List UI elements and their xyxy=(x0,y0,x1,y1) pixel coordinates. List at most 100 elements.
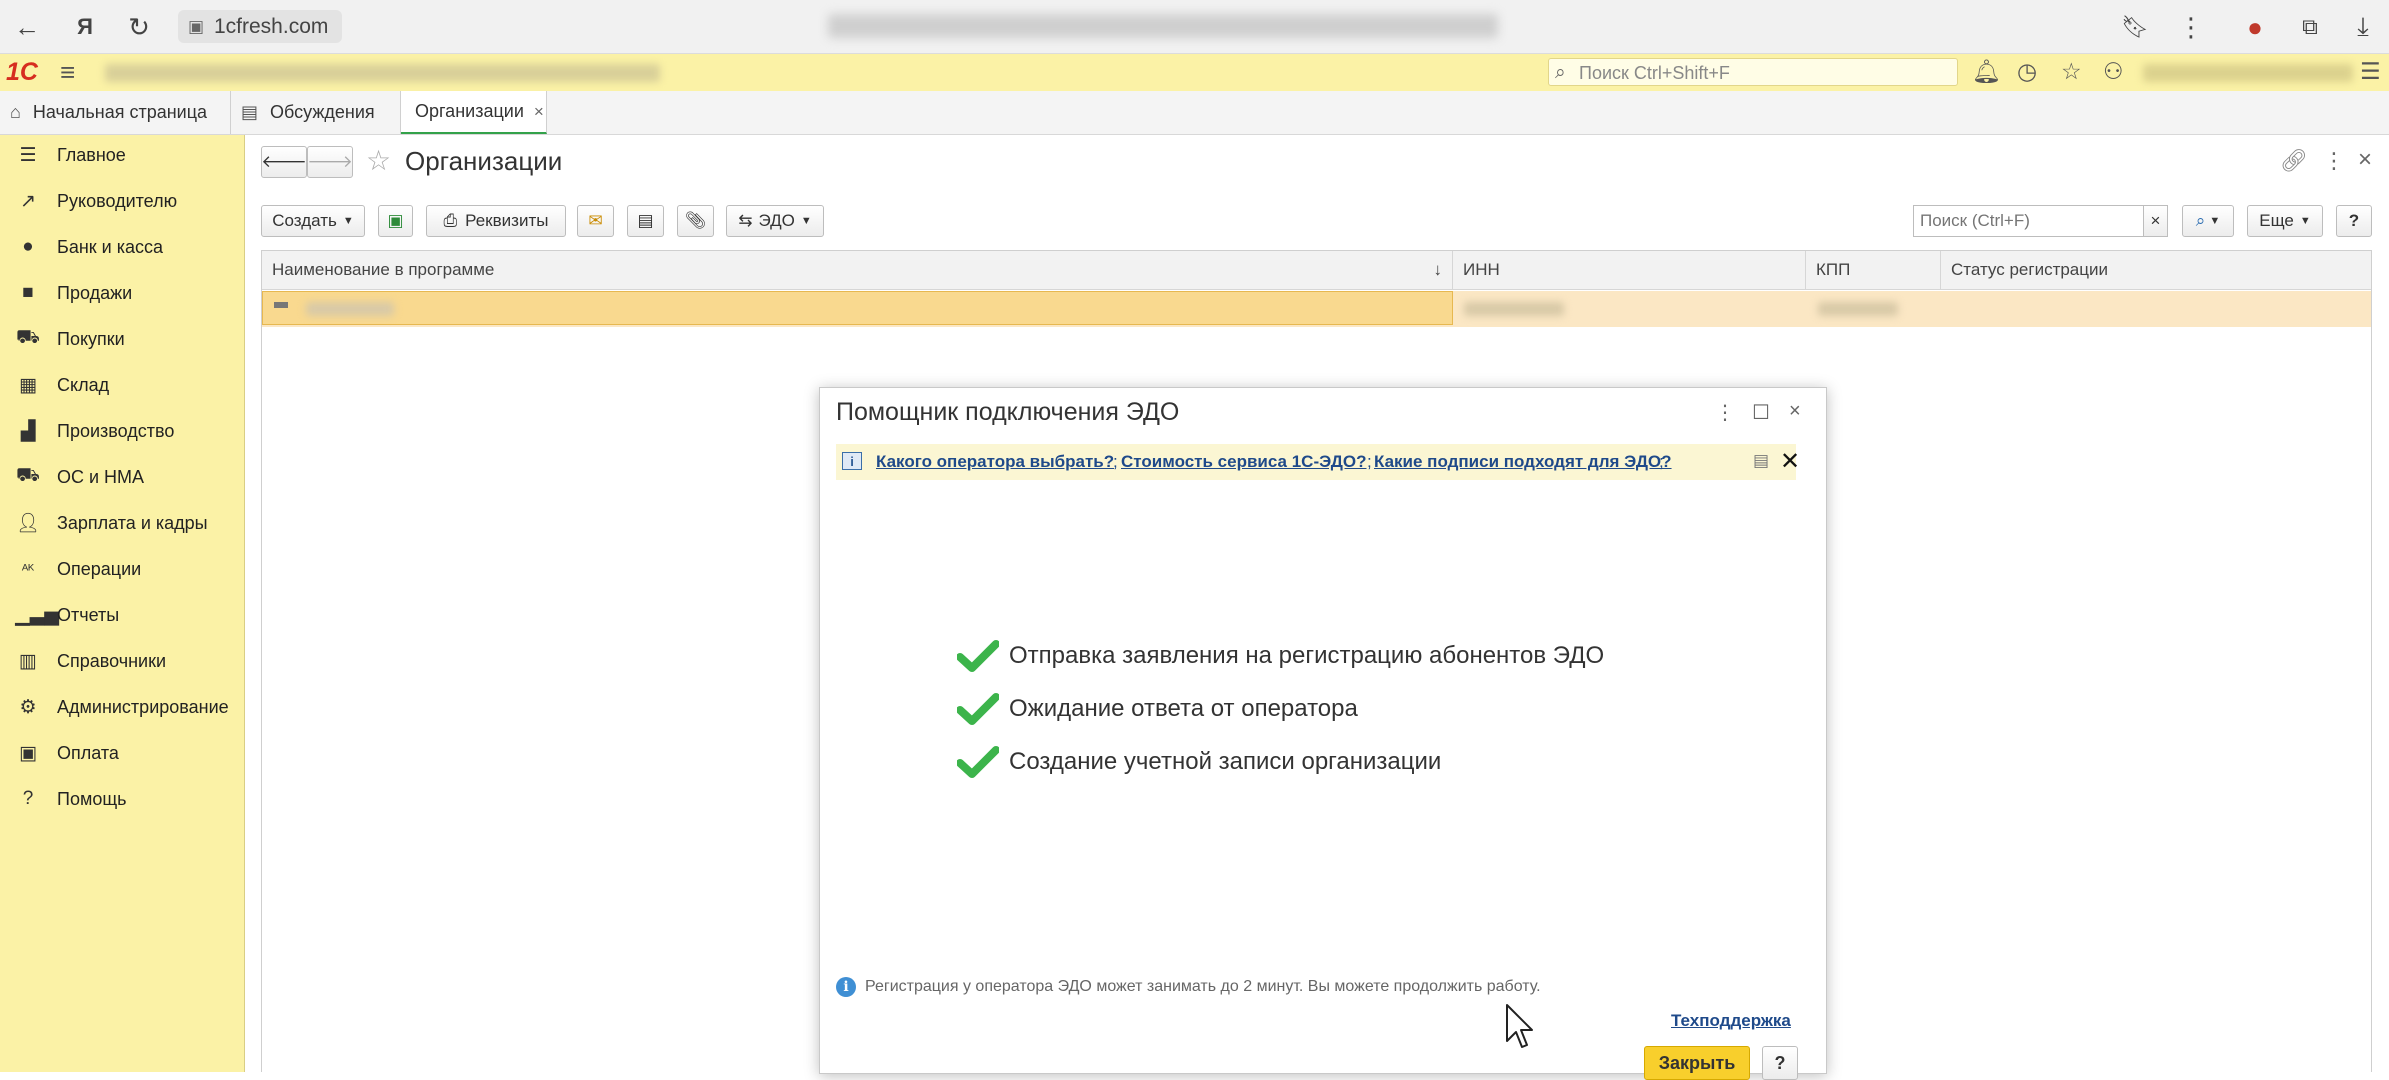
column-header-inn[interactable]: ИНН xyxy=(1453,251,1806,289)
settings-menu-icon[interactable]: ☰ xyxy=(2360,58,2381,85)
document-add-icon: ▣ xyxy=(387,211,404,230)
list-icon: ▤ xyxy=(637,211,654,230)
back-button[interactable]: 🡐 xyxy=(261,146,307,178)
list-search-input[interactable] xyxy=(1913,205,2144,237)
sidebar-item-catalogs[interactable]: ▥ Справочники xyxy=(0,641,244,681)
sidebar-item-payment[interactable]: ▣ Оплата xyxy=(0,733,244,773)
form-help-button[interactable]: ? xyxy=(2336,205,2372,237)
browser-menu-icon[interactable]: ⋮ xyxy=(2174,10,2208,44)
mouse-cursor-icon xyxy=(1506,1004,1533,1048)
more-button[interactable]: Еще ▼ xyxy=(2247,205,2323,237)
support-link[interactable]: Техподдержка xyxy=(1671,1011,1791,1031)
email-button[interactable]: ✉ xyxy=(577,205,614,237)
sidebar-item-admin[interactable]: ⚙ Администрирование xyxy=(0,687,244,727)
registration-note: i Регистрация у оператора ЭДО может зани… xyxy=(836,977,1541,997)
close-button[interactable]: Закрыть xyxy=(1644,1046,1750,1080)
printer-icon: ⎙ xyxy=(443,211,458,230)
list-button[interactable]: ▤ xyxy=(627,205,664,237)
table-row[interactable] xyxy=(262,291,2371,327)
column-header-kpp[interactable]: КПП xyxy=(1806,251,1941,289)
question-icon: ? xyxy=(22,788,34,809)
bar-chart-icon: ▁▃▅ xyxy=(15,604,59,626)
blurred-app-name xyxy=(105,64,660,82)
paperclip-icon: 📎︎ xyxy=(684,211,707,230)
close-tab-icon[interactable]: × xyxy=(534,102,544,122)
history-icon[interactable]: ◷ xyxy=(2017,58,2037,85)
sidebar-item-director[interactable]: ↗ Руководителю xyxy=(0,181,244,221)
clear-icon: × xyxy=(2150,211,2161,230)
sidebar-item-main[interactable]: ☰ Главное xyxy=(0,135,244,175)
star-icon[interactable]: ☆ xyxy=(2061,58,2082,85)
selected-cell xyxy=(262,291,1453,325)
favorite-star-icon[interactable]: ☆ xyxy=(366,144,391,177)
sidebar-item-label: Зарплата и кадры xyxy=(57,512,208,533)
forward-button[interactable]: 🡒 xyxy=(307,146,353,178)
copy-doc-button[interactable]: ▣ xyxy=(378,205,413,237)
search-options-button[interactable]: ⌕ ▼ xyxy=(2182,205,2234,237)
payment-icon: ▣ xyxy=(19,742,37,764)
tab-label: Начальная страница xyxy=(32,102,208,122)
form-title: Организации xyxy=(405,146,563,176)
global-search-input[interactable]: ⌕ Поиск Ctrl+Shift+F xyxy=(1548,58,1958,86)
sidebar-item-sales[interactable]: ■ Продажи xyxy=(0,273,244,313)
global-search-placeholder: Поиск Ctrl+Shift+F xyxy=(1579,63,1730,83)
tab-home[interactable]: ⌂ Начальная страница xyxy=(0,91,231,134)
maximize-icon[interactable]: ☐ xyxy=(1752,400,1770,425)
close-form-icon[interactable]: × xyxy=(2358,146,2372,174)
tab-organizations[interactable]: Организации × xyxy=(401,91,547,134)
tab-discussions[interactable]: ▤ Обсуждения xyxy=(231,91,401,134)
bookmark-icon[interactable]: 🔖︎ xyxy=(2118,10,2152,44)
sidebar-item-purchases[interactable]: ⛟ Покупки xyxy=(0,319,244,359)
yandex-icon[interactable]: Я xyxy=(68,10,102,44)
dialog-menu-icon[interactable]: ⋮ xyxy=(1715,400,1735,425)
close-info-icon[interactable]: ✕ xyxy=(1780,447,1800,476)
reload-icon[interactable]: ↻ xyxy=(122,10,156,44)
dropdown-arrow-icon: ▼ xyxy=(342,215,354,227)
bag-icon: ■ xyxy=(22,282,34,303)
notes-icon[interactable]: ▤ xyxy=(1753,451,1769,471)
table-header: Наименование в программе ↓ ИНН КПП Стату… xyxy=(262,251,2371,290)
operations-icon: ᴬᴷ xyxy=(21,561,35,577)
tabs-bar: ⌂ Начальная страница ▤ Обсуждения Органи… xyxy=(0,91,2389,135)
column-label: Наименование в программе xyxy=(272,260,495,279)
download-icon[interactable]: ⤓ xyxy=(2346,10,2380,44)
sidebar-item-production[interactable]: ▟ Производство xyxy=(0,411,244,451)
close-dialog-icon[interactable]: × xyxy=(1789,400,1801,423)
form-menu-icon[interactable]: ⋮ xyxy=(2323,148,2345,174)
address-bar[interactable]: ▣ 1cfresh.com xyxy=(178,10,343,43)
column-header-status[interactable]: Статус регистрации xyxy=(1941,251,2371,289)
link-signatures[interactable]: Какие подписи подходят для ЭДО? xyxy=(1374,452,1672,472)
bell-icon[interactable]: 🔔︎ xyxy=(1972,58,2001,85)
truck-icon: ⛟ xyxy=(16,465,40,486)
sort-arrow-icon: ↓ xyxy=(1433,260,1443,279)
sidebar-item-operations[interactable]: ᴬᴷ Операции xyxy=(0,549,244,589)
attach-button[interactable]: 📎︎ xyxy=(677,205,714,237)
link-separator: ; xyxy=(1367,452,1372,471)
column-header-name[interactable]: Наименование в программе ↓ xyxy=(262,251,1453,289)
edo-button[interactable]: ⇆ ЭДО ▼ xyxy=(726,205,824,237)
ruble-coin-icon: ● xyxy=(22,236,34,257)
sidebar-item-reports[interactable]: ▁▃▅ Отчеты xyxy=(0,595,244,635)
hamburger-icon[interactable]: ≡ xyxy=(60,57,75,88)
clear-search-button[interactable]: × xyxy=(2143,205,2168,237)
sidebar-item-label: Отчеты xyxy=(57,604,120,625)
blurred-kpp xyxy=(1818,302,1898,316)
requisites-button[interactable]: ⎙ Реквизиты xyxy=(426,205,566,237)
sidebar-item-help[interactable]: ? Помощь xyxy=(0,779,244,819)
profile-icon[interactable]: ● xyxy=(2238,10,2272,44)
sidebar-item-fixed-assets[interactable]: ⛟ ОС и НМА xyxy=(0,457,244,497)
link-icon[interactable]: 🔗︎ xyxy=(2280,148,2308,174)
sidebar-item-label: Операции xyxy=(57,558,142,579)
sidebar-item-warehouse[interactable]: ▦ Склад xyxy=(0,365,244,405)
sidebar-item-bank[interactable]: ● Банк и касса xyxy=(0,227,244,267)
create-button[interactable]: Создать ▼ xyxy=(261,205,365,237)
dialog-help-button[interactable]: ? xyxy=(1762,1046,1798,1080)
link-which-operator[interactable]: Какого оператора выбрать? xyxy=(876,452,1114,472)
extensions-icon[interactable]: ⧉ xyxy=(2293,10,2327,44)
link-service-cost[interactable]: Стоимость сервиса 1С-ЭДО? xyxy=(1121,452,1367,472)
sidebar-item-label: ОС и НМА xyxy=(57,466,145,487)
back-arrow-icon[interactable]: ← xyxy=(10,10,44,44)
users-icon[interactable]: ⚇ xyxy=(2103,58,2124,85)
info-links-bar: i Какого оператора выбрать? ; Стоимость … xyxy=(836,444,1800,480)
sidebar-item-salary[interactable]: 👤︎ Зарплата и кадры xyxy=(0,503,244,543)
